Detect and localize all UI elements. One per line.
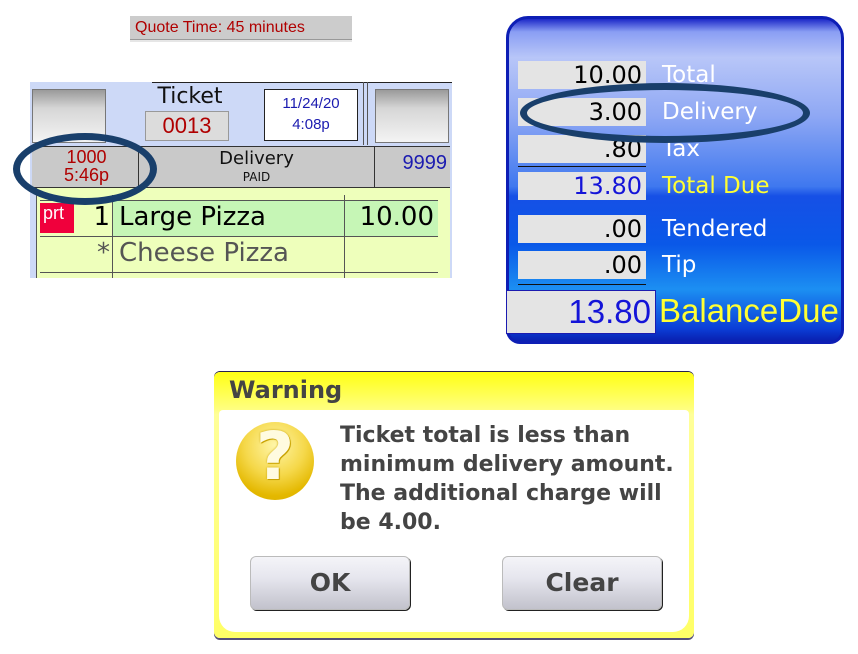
print-tag: prt — [40, 203, 74, 233]
item-qty: 1 — [93, 202, 110, 232]
total-due-value: 13.80 — [518, 172, 646, 200]
divider — [518, 166, 646, 167]
balance-due-label: BalanceDue — [659, 292, 839, 329]
divider — [344, 195, 345, 278]
question-icon-glyph: ? — [255, 418, 295, 495]
highlight-oval — [13, 133, 157, 205]
item-price: 10.00 — [359, 202, 434, 232]
divider — [367, 82, 368, 145]
ticket-number[interactable]: 0013 — [145, 111, 229, 141]
item-modifier[interactable]: Cheese Pizza — [119, 238, 289, 268]
payment-status: PAID — [242, 170, 271, 184]
divider — [363, 82, 364, 145]
dialog-title: Warning — [229, 376, 343, 404]
divider — [40, 236, 438, 237]
customer-number[interactable]: 9999 — [375, 152, 448, 175]
total-due-label: Total Due — [662, 173, 770, 199]
modifier-marker: * — [97, 238, 110, 268]
order-type-label: Delivery — [219, 148, 294, 169]
item-name[interactable]: Large Pizza — [119, 202, 266, 232]
divider — [518, 284, 646, 285]
ticket-time: 4:08p — [292, 116, 330, 133]
balance-due-value: 13.80 — [506, 290, 656, 334]
dialog-message: Ticket total is less than minimum delive… — [340, 423, 674, 535]
tendered-value[interactable]: .00 — [518, 215, 646, 243]
tip-label: Tip — [662, 252, 697, 278]
divider — [40, 272, 438, 273]
quote-time: Quote Time: 45 minutes — [130, 16, 352, 40]
order-type[interactable]: Delivery PAID — [139, 148, 374, 184]
tendered-label: Tendered — [662, 216, 768, 242]
ticket-right-button[interactable] — [375, 89, 449, 143]
ok-button[interactable]: OK — [250, 556, 410, 610]
divider — [112, 195, 113, 278]
clear-button[interactable]: Clear — [502, 556, 662, 610]
tip-value[interactable]: .00 — [518, 251, 646, 279]
ticket-datetime: 11/24/20 4:08p — [264, 89, 358, 141]
ticket-date: 11/24/20 — [282, 95, 340, 112]
highlight-oval — [520, 83, 810, 143]
ticket-label: Ticket — [157, 84, 223, 109]
divider — [152, 82, 452, 83]
